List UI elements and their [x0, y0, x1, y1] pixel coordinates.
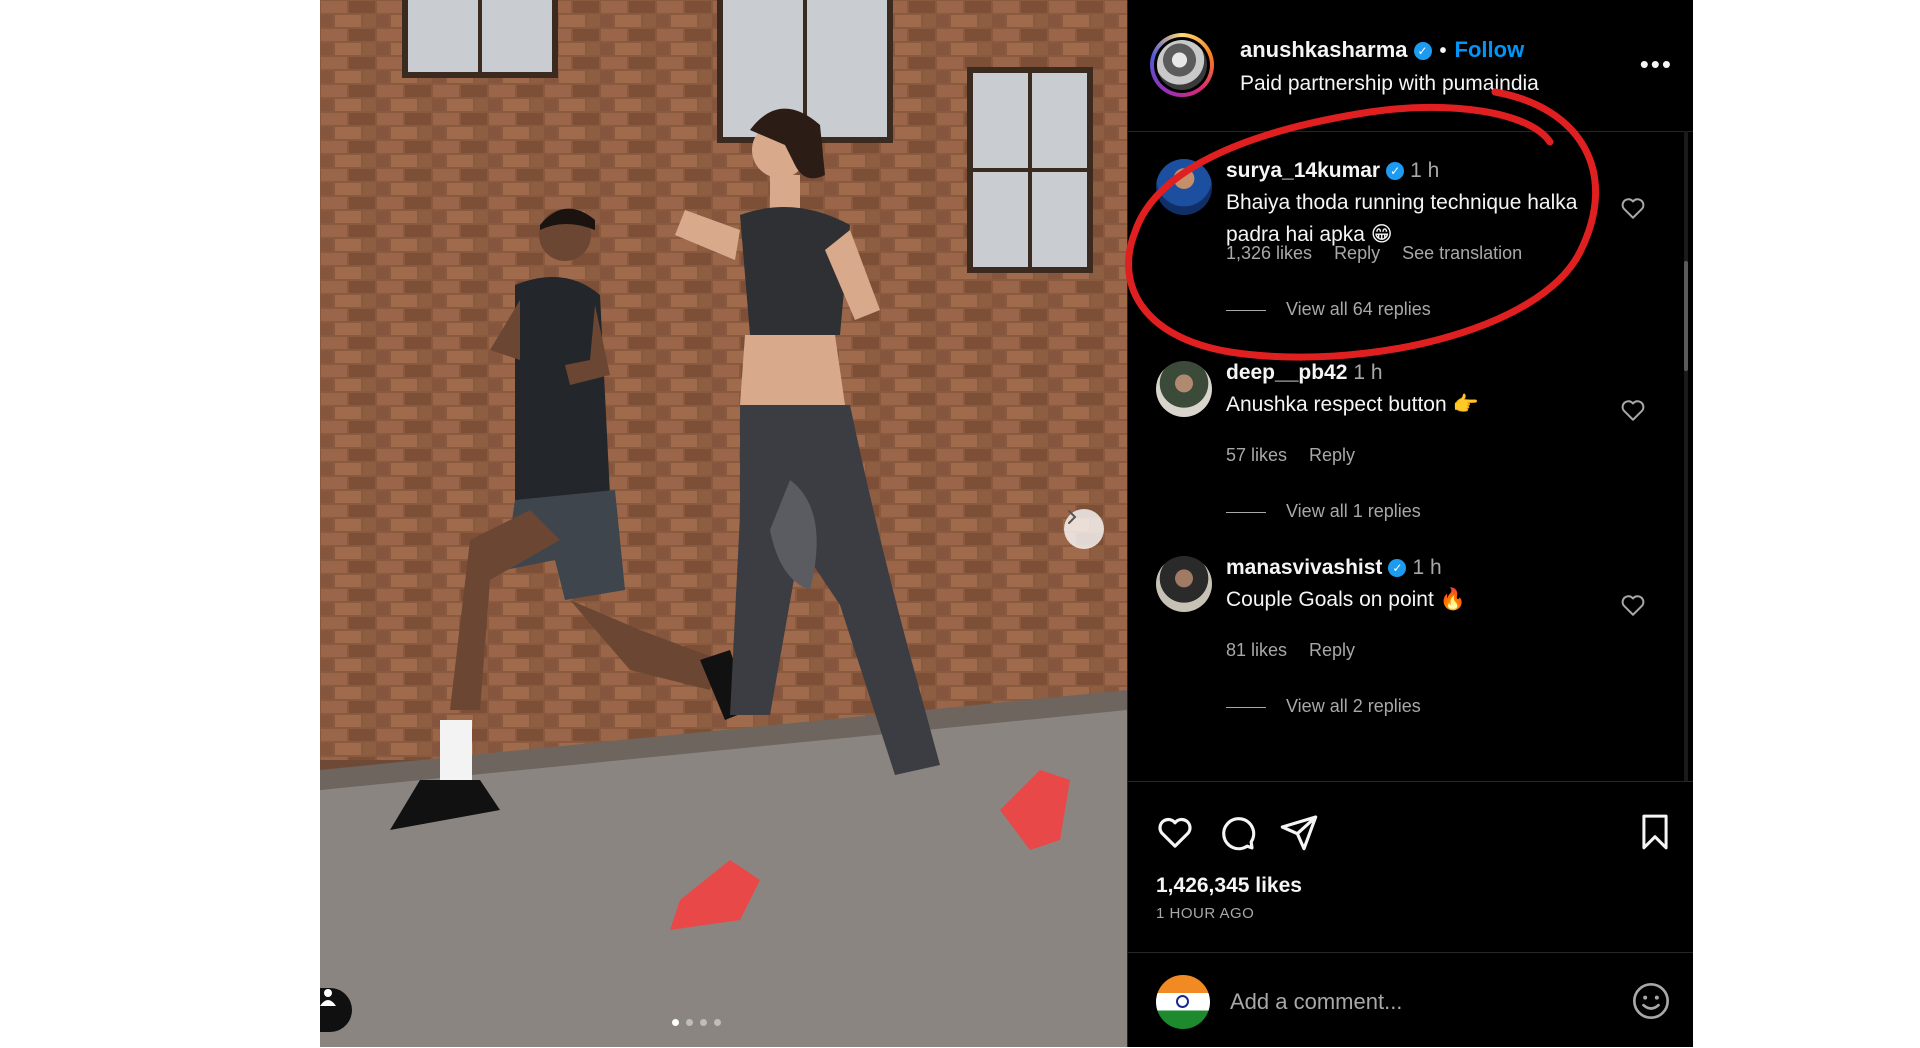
comment-text: Couple Goals on point 🔥 — [1226, 588, 1466, 611]
post-header: anushkasharma ✓ • Follow Paid partnership w… — [1128, 0, 1693, 132]
scrollbar-thumb[interactable] — [1684, 261, 1688, 371]
view-replies-label[interactable]: View all 2 replies — [1286, 696, 1421, 716]
comment-username[interactable]: surya_14kumar — [1226, 159, 1380, 182]
comment-like-heart-icon[interactable] — [1620, 592, 1646, 618]
chevron-right-icon — [1068, 510, 1077, 524]
user-tag-icon — [320, 989, 336, 1006]
carousel-dot[interactable] — [714, 1019, 721, 1026]
emoji-icon[interactable] — [1631, 981, 1671, 1021]
post-time-ago: 1 HOUR AGO — [1156, 905, 1255, 922]
carousel-dot[interactable] — [686, 1019, 693, 1026]
see-translation-button[interactable]: See translation — [1402, 243, 1522, 263]
carousel-next-button[interactable] — [1064, 509, 1104, 549]
send-icon[interactable] — [1278, 812, 1320, 852]
commenter-avatar[interactable] — [1156, 556, 1212, 612]
add-comment-bar — [1128, 952, 1693, 1048]
view-replies-button[interactable]: View all 1 replies — [1226, 501, 1421, 522]
view-replies-button[interactable]: View all 64 replies — [1226, 299, 1431, 320]
post-details-panel: anushkasharma ✓ • Follow Paid partnership w… — [1127, 0, 1693, 1047]
author-line: anushkasharma ✓ • Follow — [1240, 37, 1524, 63]
comment-time: 1 h — [1412, 556, 1442, 579]
view-replies-button[interactable]: View all 2 replies — [1226, 696, 1421, 717]
verified-badge-icon: ✓ — [1388, 559, 1407, 577]
heart-icon[interactable] — [1154, 812, 1196, 852]
comment-username[interactable]: manasvivashist — [1226, 556, 1382, 579]
post-photo[interactable] — [320, 0, 1127, 1047]
commenter-avatar[interactable] — [1156, 159, 1212, 215]
comment-text: Anushka respect button 👉 — [1226, 393, 1479, 416]
reply-button[interactable]: Reply — [1334, 243, 1380, 263]
view-replies-label[interactable]: View all 1 replies — [1286, 501, 1421, 521]
separator-dot: • — [1439, 40, 1447, 62]
post-actions: 1,426,345 likes 1 HOUR AGO — [1128, 781, 1693, 932]
comment-likes[interactable]: 81 likes — [1226, 640, 1287, 660]
comment-icon[interactable] — [1216, 812, 1258, 852]
commenter-avatar[interactable] — [1156, 361, 1212, 417]
running-photo — [320, 0, 1127, 1047]
follow-button[interactable]: Follow — [1455, 37, 1525, 62]
view-replies-label[interactable]: View all 64 replies — [1286, 299, 1431, 319]
carousel-dot[interactable] — [672, 1019, 679, 1026]
comment-likes[interactable]: 1,326 likes — [1226, 243, 1312, 263]
reply-button[interactable]: Reply — [1309, 445, 1355, 465]
paid-partnership-label[interactable]: Paid partnership with pumaindia — [1240, 72, 1539, 96]
bookmark-icon[interactable] — [1636, 812, 1674, 852]
comments-scrollbar[interactable] — [1684, 131, 1688, 781]
verified-badge-icon: ✓ — [1413, 42, 1432, 60]
comment-time: 1 h — [1410, 159, 1440, 182]
comment-like-heart-icon[interactable] — [1620, 195, 1646, 221]
author-username[interactable]: anushkasharma — [1240, 37, 1408, 62]
carousel-dots — [672, 1019, 721, 1026]
comment-likes[interactable]: 57 likes — [1226, 445, 1287, 465]
comments-list[interactable]: surya_14kumar ✓ 1 h Bhaiya thoda running t… — [1128, 131, 1693, 781]
current-user-avatar[interactable] — [1156, 975, 1210, 1029]
comment-username[interactable]: deep__pb42 — [1226, 361, 1347, 384]
verified-badge-icon: ✓ — [1386, 162, 1405, 180]
post-likes-count[interactable]: 1,426,345 likes — [1156, 874, 1302, 898]
comment-like-heart-icon[interactable] — [1620, 397, 1646, 423]
author-avatar[interactable] — [1150, 33, 1214, 97]
add-comment-input[interactable] — [1228, 979, 1612, 1025]
more-options-button[interactable]: ••• — [1640, 49, 1673, 80]
comment-text: Bhaiya thoda running technique halka pad… — [1226, 191, 1578, 246]
reply-button[interactable]: Reply — [1309, 640, 1355, 660]
carousel-dot[interactable] — [700, 1019, 707, 1026]
comment-time: 1 h — [1353, 361, 1383, 384]
